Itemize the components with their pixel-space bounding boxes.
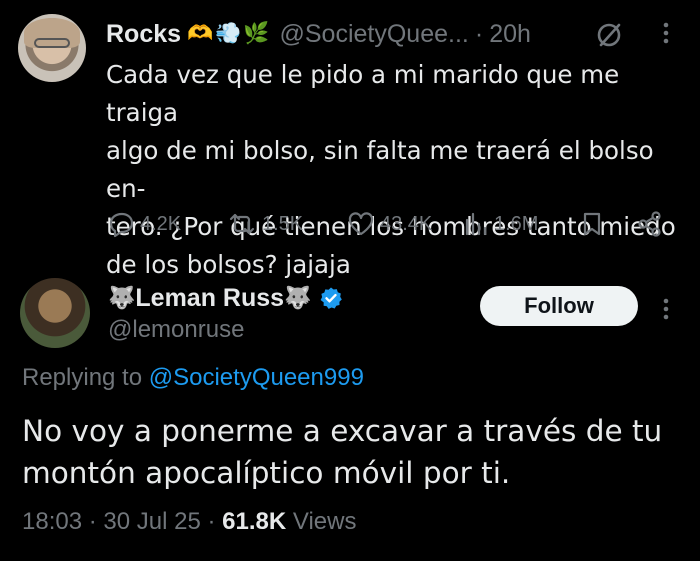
views-label: Views (292, 508, 357, 535)
replying-prefix: Replying to (22, 364, 143, 391)
avatar[interactable] (18, 14, 86, 82)
repost-button[interactable]: 1.5K (226, 206, 303, 242)
tweet-text: No voy a ponerme a excavar a través de t… (22, 414, 663, 490)
separator-dot: · (474, 19, 484, 48)
tweet-time[interactable]: 20h (489, 20, 531, 49)
separator-dot: · (88, 508, 97, 535)
views-count: 1.6M (494, 212, 539, 235)
display-name[interactable]: Leman Russ (135, 284, 284, 313)
bookmark-icon (583, 212, 601, 236)
name-emoji: 🫶💨🌿 (187, 22, 272, 45)
verified-badge-icon[interactable] (319, 286, 343, 310)
display-name-row: 🐺 Leman Russ 🐺 (108, 282, 343, 314)
grok-icon[interactable] (594, 20, 624, 50)
reply-button[interactable]: 4.2K (108, 206, 181, 242)
replying-to: Replying to @SocietyQueen999 (22, 364, 364, 392)
share-button[interactable] (636, 206, 668, 242)
user-handle[interactable]: @lemonruse (108, 316, 244, 344)
tweet-date[interactable]: 30 Jul 25 (103, 508, 200, 535)
repost-icon (229, 213, 255, 235)
more-vertical-icon[interactable] (660, 18, 672, 48)
like-button[interactable]: 43.4K (346, 206, 432, 242)
views-icon (465, 212, 487, 236)
more-vertical-icon[interactable] (660, 294, 672, 324)
like-count: 43.4K (380, 212, 433, 235)
reply-count: 4.2K (140, 212, 182, 235)
repost-count: 1.5K (262, 212, 304, 235)
user-handle[interactable]: @SocietyQuee... (280, 20, 469, 49)
avatar[interactable] (20, 278, 90, 348)
name-emoji-left: 🐺 (108, 285, 136, 310)
reply-icon (109, 212, 134, 238)
tweet-text: Cada vez que le pido a mi marido que me … (106, 60, 676, 279)
views-button[interactable]: 1.6M (462, 206, 538, 242)
mention-link[interactable]: @SocietyQueen999 (149, 364, 364, 391)
bookmark-button[interactable] (580, 206, 608, 242)
tweet-time[interactable]: 18:03 (22, 508, 82, 535)
tweet-meta: 18:03 · 30 Jul 25 · 61.8K Views (22, 508, 356, 536)
avatar-glasses (34, 38, 70, 48)
tweet-actions: 4.2K 1.5K 43.4K 1.6M (108, 206, 668, 242)
display-name[interactable]: Rocks (106, 20, 181, 49)
heart-icon (348, 212, 374, 236)
name-emoji-right: 🐺 (284, 285, 312, 310)
share-icon (638, 211, 661, 237)
views-count[interactable]: 61.8K (222, 508, 286, 535)
tweet-header: Rocks 🫶💨🌿 @SocietyQuee... · 20h (106, 14, 531, 54)
follow-button[interactable]: Follow (480, 286, 638, 326)
separator-dot: · (207, 508, 216, 535)
